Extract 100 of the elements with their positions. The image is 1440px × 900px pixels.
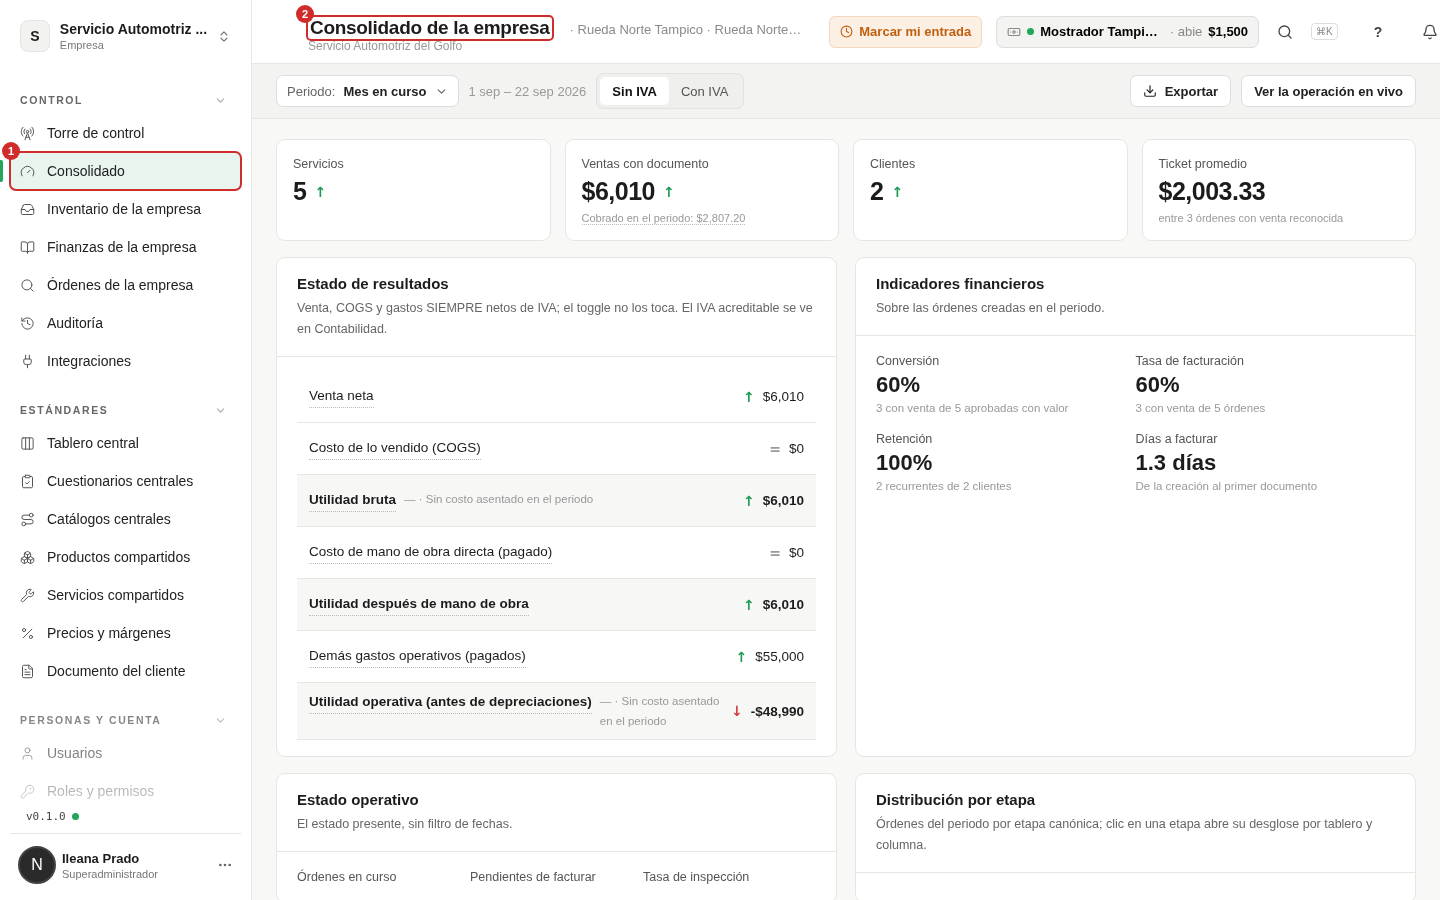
user-icon — [20, 745, 35, 761]
org-avatar: S — [20, 20, 50, 52]
period-select[interactable]: Periodo: Mes en curso — [276, 75, 459, 107]
wrench-icon — [20, 587, 35, 603]
breadcrumb: · Rueda Norte Tampico · Rueda Norte… — [569, 21, 802, 37]
nav-item[interactable]: Inventario de la empresa — [10, 190, 241, 228]
statement-label[interactable]: Utilidad después de mano de obra — [309, 593, 529, 616]
kpi-label: Ventas con documento — [581, 157, 710, 171]
card-subtitle: El estado presente, sin filtro de fechas. — [297, 816, 514, 833]
statement-note: — · Sin costo asentado en el periodo — [599, 694, 721, 729]
date-range: 1 sep – 22 sep 2026 — [468, 83, 587, 99]
nav-item[interactable]: Tablero central — [10, 424, 241, 462]
columns-icon — [20, 435, 35, 451]
page-subtitle: Servicio Automotriz del Golfo — [308, 38, 464, 53]
help-button[interactable]: ? — [1369, 19, 1387, 44]
trend-indicator: = — [769, 441, 781, 456]
kpi-note: entre 3 órdenes con venta reconocida — [1158, 212, 1345, 224]
indicator-label: Conversión — [876, 354, 941, 368]
trend-indicator: ↓ — [730, 704, 743, 718]
indicator-value: 1.3 días — [1135, 450, 1218, 476]
indicator-note: 3 con venta de 5 órdenes — [1135, 402, 1267, 414]
indicator-note: 2 recurrentes de 2 clientes — [876, 480, 1013, 492]
indicator-label: Tasa de facturación — [1135, 354, 1245, 368]
bell-icon — [1422, 23, 1439, 40]
download-icon — [1142, 84, 1157, 98]
statement-label[interactable]: Utilidad bruta — [309, 489, 396, 512]
org-name: Servicio Automotriz ... — [59, 21, 208, 37]
search-icon — [20, 277, 35, 293]
gauge-icon — [20, 163, 35, 179]
statement-label[interactable]: Costo de mano de obra directa (pagado) — [309, 541, 553, 564]
statement-label[interactable]: Costo de lo vendido (COGS) — [309, 437, 481, 460]
nav-item[interactable]: Servicios compartidos — [10, 576, 241, 614]
trend-indicator: = — [769, 545, 781, 560]
metric-label: Pendientes de facturar — [470, 870, 597, 884]
card-subtitle: Sobre las órdenes creadas en el periodo. — [876, 300, 1106, 317]
statement-value: -$48,990 — [750, 703, 804, 719]
tax-tab[interactable]: Sin IVA — [600, 77, 669, 105]
statement-value: $6,010 — [762, 493, 804, 508]
section-title: CONTROL — [20, 94, 84, 106]
section-title: PERSONAS Y CUENTA — [20, 714, 162, 726]
card-subtitle: Órdenes del periodo por etapa canónica; clic en una etapa abre su desglose por tablero y columna. — [876, 815, 1374, 854]
statement-label[interactable]: Venta neta — [309, 385, 374, 408]
status-dot — [1027, 28, 1035, 35]
nav-item[interactable]: Precios y márgenes — [10, 614, 241, 652]
nav-item[interactable]: Finanzas de la empresa — [10, 228, 241, 266]
kpi-value: $6,010 — [581, 177, 655, 206]
trend-indicator: ↑ — [891, 184, 904, 199]
statement-note: — · Sin costo asentado en el periodo — [404, 492, 595, 507]
percent-icon — [20, 625, 35, 641]
indicator-label: Retención — [876, 432, 934, 446]
clipboard-icon — [20, 473, 35, 489]
statement-label[interactable]: Utilidad operativa (antes de depreciaciones) — [309, 691, 592, 714]
card-title: Indicadores financieros — [876, 275, 1046, 292]
status-dot — [71, 813, 79, 820]
section-title: ESTÁNDARES — [20, 404, 109, 416]
indicator-value: 100% — [876, 450, 934, 476]
statement-label[interactable]: Demás gastos operativos (pagados) — [309, 645, 526, 668]
nav-item[interactable]: Órdenes de la empresa — [10, 266, 241, 304]
nav-item[interactable]: Auditoría — [10, 304, 241, 342]
nav-item[interactable]: Productos compartidos — [10, 538, 241, 576]
register-button[interactable]: Mostrador Tampi… · abie $1,500 — [996, 15, 1260, 48]
nav-item[interactable]: Usuarios — [10, 734, 241, 772]
statement-value: $6,010 — [762, 597, 804, 612]
book-icon — [20, 239, 35, 255]
kpi-value: 2 — [870, 177, 884, 206]
kpi-label: Servicios — [293, 157, 345, 171]
key-icon — [20, 783, 35, 799]
card-title: Distribución por etapa — [876, 791, 1037, 808]
annotation-badge: 2 — [296, 4, 314, 23]
nav-item[interactable]: Cuestionarios centrales — [10, 462, 241, 500]
version-label: v0.1.0 — [26, 810, 66, 823]
live-view-button[interactable]: Ver la operación en vivo — [1241, 75, 1416, 107]
search-icon — [1277, 23, 1294, 40]
clock-in-button[interactable]: Marcar mi entrada — [829, 15, 983, 48]
plug-icon — [20, 353, 35, 369]
nav-item[interactable]: Integraciones — [10, 342, 241, 380]
tax-tab[interactable]: Con IVA — [668, 77, 741, 105]
export-button[interactable]: Exportar — [1129, 75, 1232, 107]
kpi-value: $2,003.33 — [1158, 177, 1266, 206]
boxes-icon — [20, 549, 35, 565]
trend-indicator: ↑ — [314, 184, 327, 199]
clock-icon — [840, 25, 854, 38]
kpi-label: Clientes — [870, 157, 917, 171]
user-name: Ileana Prado — [62, 850, 141, 866]
indicator-note: De la creación al primer documento — [1135, 480, 1319, 492]
trend-indicator: ↑ — [742, 597, 755, 612]
statement-value: $0 — [788, 441, 804, 456]
shortcut-hint: ⌘K — [1311, 23, 1338, 40]
statement-value: $6,010 — [762, 389, 804, 404]
kpi-label: Ticket promedio — [1158, 157, 1248, 171]
annotation-badge: 1 — [2, 142, 20, 160]
inbox-icon — [20, 201, 35, 217]
route-icon — [20, 511, 35, 527]
card-title: Estado de resultados — [297, 275, 450, 292]
metric-label: Órdenes en curso — [297, 870, 398, 884]
nav-item[interactable]: Documento del cliente — [10, 652, 241, 690]
statement-value: $0 — [788, 545, 804, 560]
nav-item[interactable]: Catálogos centrales — [10, 500, 241, 538]
user-role: Superadministrador — [62, 867, 159, 880]
trend-indicator: ↑ — [742, 493, 755, 508]
